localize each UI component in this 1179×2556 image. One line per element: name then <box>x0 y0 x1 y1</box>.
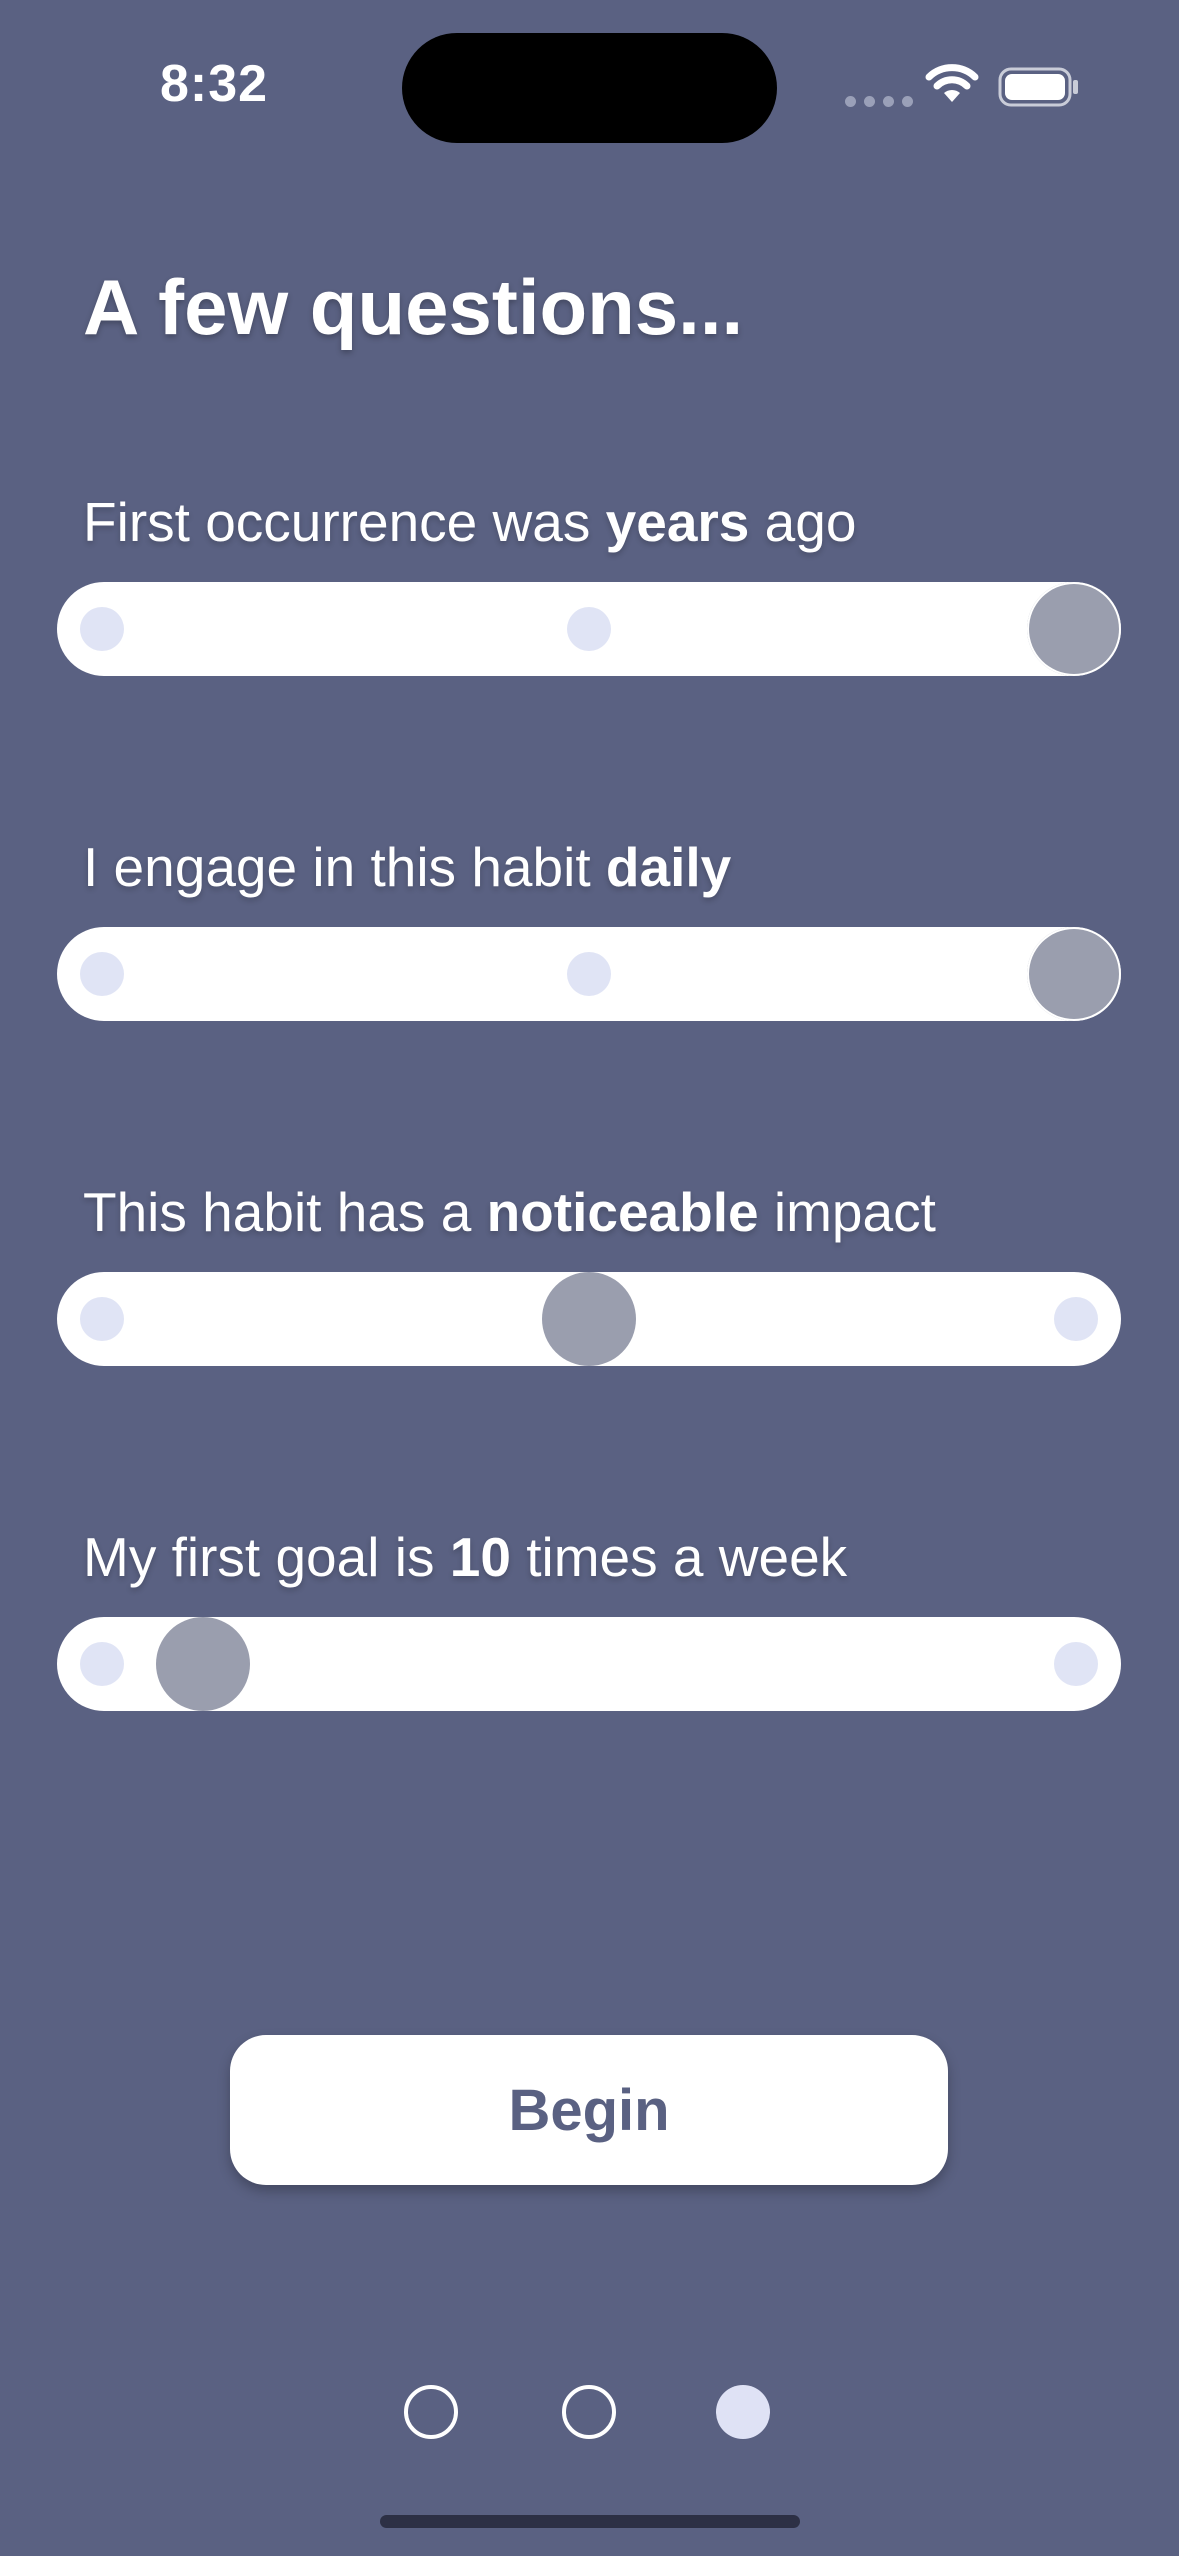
page-indicator-dot-3-current[interactable] <box>716 2385 770 2439</box>
impact-slider[interactable] <box>57 1272 1121 1366</box>
first-occurrence-slider[interactable] <box>57 582 1121 676</box>
question-value: noticeable <box>486 1181 759 1243</box>
question-text: ago <box>749 491 857 553</box>
slider-thumb[interactable] <box>542 1272 636 1366</box>
goal-slider[interactable] <box>57 1617 1121 1711</box>
question-text: times a week <box>510 1526 848 1588</box>
slider-max-stop[interactable] <box>1054 1642 1098 1686</box>
status-time: 8:32 <box>160 55 269 113</box>
slider-min-stop[interactable] <box>80 1642 124 1686</box>
question-label-frequency: I engage in this habit daily <box>83 835 731 899</box>
wifi-icon <box>925 64 979 102</box>
question-value: 10 <box>449 1526 511 1588</box>
question-value: years <box>605 491 750 553</box>
question-text: First occurrence was <box>83 491 606 553</box>
slider-stop[interactable] <box>80 607 124 651</box>
question-text: My first goal is <box>83 1526 450 1588</box>
frequency-slider[interactable] <box>57 927 1121 1021</box>
home-indicator[interactable] <box>380 2515 800 2528</box>
slider-thumb[interactable] <box>156 1617 250 1711</box>
page-indicator-dot-1[interactable] <box>404 2385 458 2439</box>
page-title: A few questions... <box>83 263 744 351</box>
slider-thumb[interactable] <box>1027 927 1121 1021</box>
slider-stop[interactable] <box>567 952 611 996</box>
begin-button[interactable]: Begin <box>230 2035 948 2185</box>
question-label-impact: This habit has a noticeable impact <box>83 1180 936 1244</box>
page-indicator-dot-2[interactable] <box>562 2385 616 2439</box>
battery-icon <box>998 67 1078 107</box>
cellular-signal-icon <box>845 96 913 107</box>
question-text: impact <box>758 1181 936 1243</box>
slider-stop[interactable] <box>80 952 124 996</box>
slider-stop[interactable] <box>567 607 611 651</box>
question-label-first-occurrence: First occurrence was years ago <box>83 490 856 554</box>
question-label-goal: My first goal is 10 times a week <box>83 1525 847 1589</box>
slider-thumb[interactable] <box>1027 582 1121 676</box>
question-value: daily <box>605 836 732 898</box>
question-text: This habit has a <box>83 1181 487 1243</box>
question-text: I engage in this habit <box>83 836 606 898</box>
slider-stop[interactable] <box>1054 1297 1098 1341</box>
slider-stop[interactable] <box>80 1297 124 1341</box>
dynamic-island <box>402 33 777 143</box>
